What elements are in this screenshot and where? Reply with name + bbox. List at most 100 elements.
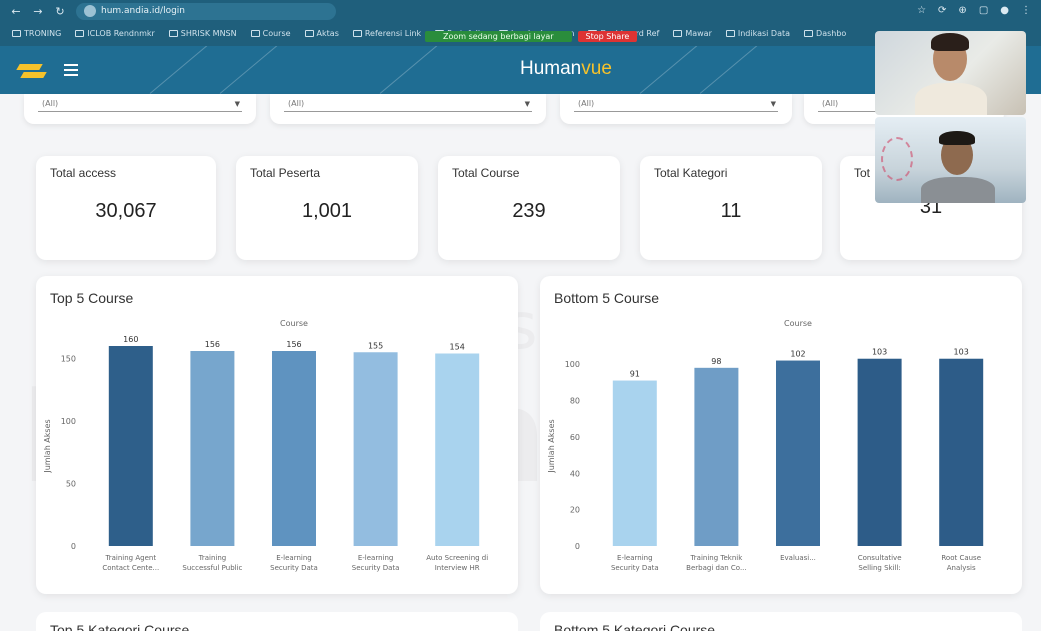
browser-actions: ☆ ⟳ ⊕ ▢ ● ⋮ <box>917 5 1031 16</box>
x-tick-label: Consultative <box>858 554 902 562</box>
folder-icon <box>12 29 21 37</box>
bar <box>694 367 739 546</box>
hamburger-menu-icon[interactable] <box>64 64 78 79</box>
folder-icon <box>725 29 735 37</box>
bookmark-item[interactable]: Referensi Link <box>352 29 421 38</box>
header-decoration <box>699 46 770 94</box>
panel-title: Top 5 Kategori Course <box>50 622 190 631</box>
back-icon[interactable]: ← <box>10 5 22 18</box>
y-tick-label: 100 <box>61 417 76 426</box>
filter-select[interactable]: (All)▼ <box>574 96 778 112</box>
browser-toolbar: ← → ↻ hum.andia.id/login <box>0 0 1041 22</box>
brand-logo: Humanvue <box>520 58 612 79</box>
x-tick-label: Training Agent <box>105 554 157 562</box>
logo-icon[interactable] <box>16 62 47 80</box>
share-status: Zoom sedang berbagi layar <box>425 30 572 42</box>
x-tick-label: Successful Public <box>182 564 242 572</box>
bookmark-item[interactable]: Course <box>250 29 291 38</box>
bar-value-label: 154 <box>450 343 465 352</box>
bar <box>939 358 984 546</box>
bookmark-item[interactable]: Aktas <box>304 29 339 38</box>
top5-kategori-panel: Top 5 Kategori Course <box>36 612 518 631</box>
top5-course-panel: Top 5 Course Course Jumlah Akses 0 50 100 150… <box>36 276 518 594</box>
participant-video-2[interactable] <box>875 117 1026 203</box>
y-axis-label: Jumlah Akses <box>547 419 556 473</box>
y-tick-label: 50 <box>66 480 76 489</box>
bar <box>435 353 480 546</box>
filter-dropdown[interactable]: (All)▼ <box>24 94 256 124</box>
filter-dropdown[interactable]: (All)▼ <box>560 94 792 124</box>
header-decoration <box>149 46 220 94</box>
bar <box>108 346 153 546</box>
filter-dropdown[interactable]: (All)▼ <box>270 94 546 124</box>
folder-icon <box>673 29 683 37</box>
bar-value-label: 156 <box>286 340 301 349</box>
bar <box>776 360 820 546</box>
reload-icon[interactable]: ↻ <box>54 5 66 18</box>
bookmark-item[interactable]: Dashbo <box>804 29 846 38</box>
kpi-value: 30,067 <box>95 200 157 222</box>
background-decoration <box>881 137 913 181</box>
folder-icon <box>804 29 814 37</box>
kpi-label: Total Course <box>452 166 520 180</box>
bookmark-item[interactable]: SHRISK MNSN <box>168 29 237 38</box>
sync-icon[interactable]: ⟳ <box>938 5 946 16</box>
filter-select[interactable]: (All)▼ <box>38 96 242 112</box>
bar <box>612 380 657 546</box>
panel-title: Bottom 5 Kategori Course <box>554 622 716 631</box>
participant-hair <box>931 33 969 51</box>
x-tick-label: Selling Skill: <box>858 564 900 572</box>
top5-course-chart: Course Jumlah Akses 0 50 100 150 160 Training A… <box>43 319 488 572</box>
bookmark-item[interactable]: ICLOB Rendnmkr <box>75 29 155 38</box>
bottom5-kategori-panel: Bottom 5 Kategori Course <box>540 612 1022 631</box>
header-decoration <box>639 46 710 94</box>
bookmark-star-icon[interactable]: ☆ <box>917 5 926 16</box>
header-decoration <box>219 46 290 94</box>
x-tick-label: Interview HR <box>435 564 480 572</box>
menu-icon[interactable]: ⋮ <box>1021 5 1031 16</box>
site-info-icon[interactable] <box>84 5 96 17</box>
y-tick-label: 60 <box>570 433 580 442</box>
x-tick-label: Evaluasi... <box>780 554 816 562</box>
forward-icon[interactable]: → <box>32 5 44 18</box>
x-tick-label: Contact Cente... <box>102 564 159 572</box>
bar-value-label: 103 <box>872 348 887 357</box>
y-tick-label: 80 <box>570 397 580 406</box>
chevron-down-icon: ▼ <box>234 100 240 108</box>
screen-share-bar: Zoom sedang berbagi layar Stop Share <box>425 29 638 43</box>
bookmark-item[interactable]: Indikasi Data <box>725 29 790 38</box>
kpi-label: Total Kategori <box>654 166 728 180</box>
bar <box>190 351 235 546</box>
extensions-icon[interactable]: ⊕ <box>958 5 966 16</box>
filter-select[interactable]: (All)▼ <box>284 96 532 112</box>
kpi-total-peserta: Total Peserta 1,001 <box>236 156 418 260</box>
legend-title: Course <box>784 319 812 328</box>
stop-share-button[interactable]: Stop Share <box>577 30 638 42</box>
bar-value-label: 98 <box>711 357 721 366</box>
kpi-total-kategori: Total Kategori 11 <box>640 156 822 260</box>
address-bar[interactable]: hum.andia.id/login <box>76 2 336 20</box>
participant-hair <box>939 131 975 145</box>
profile-icon[interactable]: ● <box>1000 5 1009 16</box>
bookmark-item[interactable]: TRONING <box>12 29 61 38</box>
y-axis-label: Jumlah Akses <box>43 419 52 473</box>
bar-value-label: 102 <box>790 350 805 359</box>
bookmark-item[interactable]: Mawar <box>673 29 712 38</box>
y-tick-label: 0 <box>575 542 580 551</box>
sidebar-icon[interactable]: ▢ <box>979 5 988 16</box>
bar-value-label: 156 <box>205 340 220 349</box>
x-tick-label: Training <box>198 554 227 562</box>
x-tick-label: Auto Screening di <box>426 554 488 562</box>
participant-video-1[interactable] <box>875 31 1026 115</box>
kpi-label: Total Peserta <box>250 166 321 180</box>
folder-icon <box>304 29 314 37</box>
chevron-down-icon: ▼ <box>770 100 776 108</box>
x-tick-label: Security Data <box>352 564 400 572</box>
x-tick-label: E-learning <box>276 554 312 562</box>
url-text: hum.andia.id/login <box>101 6 186 16</box>
bar-value-label: 103 <box>954 348 969 357</box>
y-tick-label: 100 <box>565 360 580 369</box>
x-tick-label: Berbagi dan Co... <box>686 564 746 572</box>
participant-body <box>915 83 987 115</box>
participant-body <box>921 177 995 203</box>
